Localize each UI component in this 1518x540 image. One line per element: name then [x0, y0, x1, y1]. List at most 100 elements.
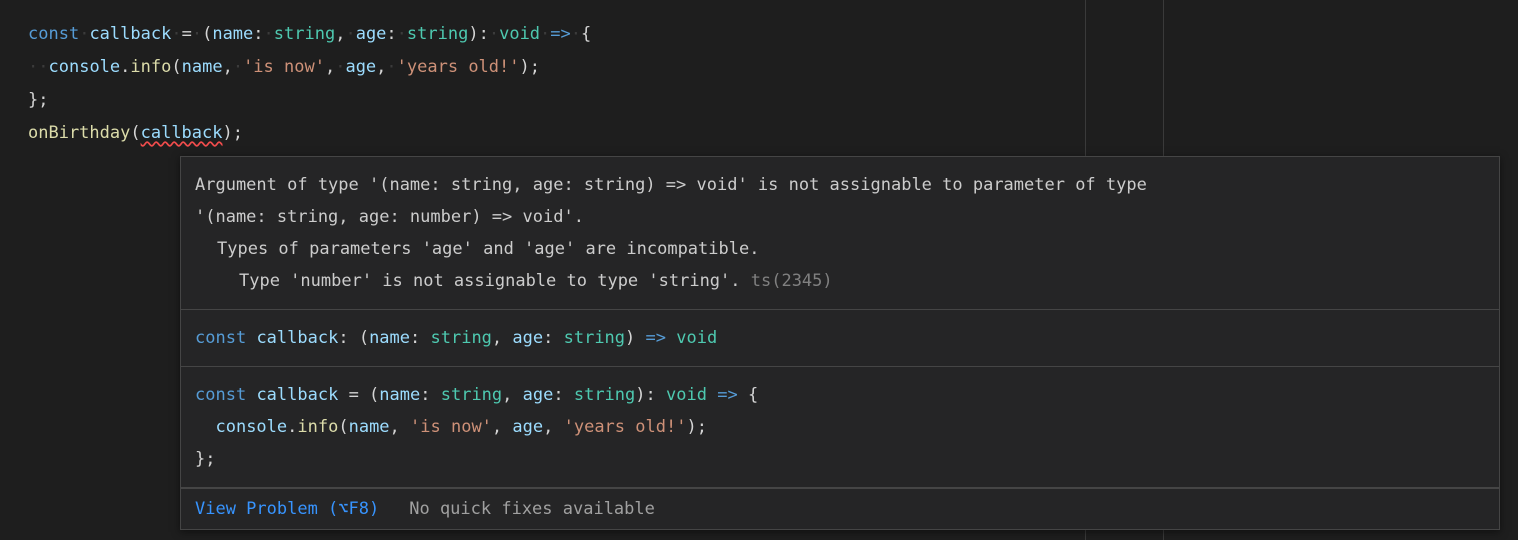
punctuation: ;: [697, 417, 707, 437]
punctuation: :: [386, 24, 396, 44]
punctuation: ,: [335, 24, 345, 44]
punctuation: ): [635, 385, 645, 405]
punctuation: ,: [492, 417, 512, 437]
punctuation: ): [223, 123, 233, 143]
punctuation: ,: [543, 417, 563, 437]
punctuation: :: [253, 24, 263, 44]
arg-name: name: [349, 417, 390, 437]
punctuation: ): [468, 24, 478, 44]
type-string: string: [441, 385, 502, 405]
string-literal: 'is now': [410, 417, 492, 437]
punctuation: (: [338, 417, 348, 437]
whitespace-dot: ·: [571, 24, 581, 44]
definition-line: const callback = (name: string, age: str…: [195, 379, 1485, 411]
punctuation: ,: [223, 57, 233, 77]
variable-callback: callback: [256, 328, 338, 348]
method-info: info: [130, 57, 171, 77]
whitespace-dot: ·: [233, 57, 243, 77]
method-info: info: [297, 417, 338, 437]
punctuation: (: [202, 24, 212, 44]
punctuation: :: [338, 328, 358, 348]
whitespace-dot: ·: [38, 57, 48, 77]
space: [738, 385, 748, 405]
type-string: string: [564, 328, 625, 348]
type-void: void: [666, 385, 707, 405]
error-text: '(name: string, age: number) => void'.: [195, 207, 584, 227]
keyword-const: const: [28, 24, 79, 44]
punctuation: ;: [530, 57, 540, 77]
arrow-fn: =>: [550, 24, 570, 44]
punctuation: :: [646, 385, 666, 405]
console-object: console: [49, 57, 121, 77]
type-string: string: [274, 24, 335, 44]
error-argument[interactable]: callback: [141, 123, 223, 143]
type-string: string: [407, 24, 468, 44]
whitespace-dot: ·: [540, 24, 550, 44]
whitespace-dot: ·: [397, 24, 407, 44]
console-object: console: [215, 417, 287, 437]
operator-equals: =: [338, 385, 369, 405]
code-line[interactable]: onBirthday(callback);: [28, 117, 1518, 150]
code-line[interactable]: ··console.info(name,·'is now',·age,·'yea…: [28, 51, 1518, 84]
view-problem-link[interactable]: View Problem (⌥F8): [195, 499, 379, 519]
whitespace-dot: ·: [79, 24, 89, 44]
function-call: onBirthday: [28, 123, 130, 143]
whitespace-dot: ·: [171, 24, 181, 44]
punctuation: (: [171, 57, 181, 77]
punctuation: {: [581, 24, 591, 44]
punctuation: ): [625, 328, 635, 348]
code-line[interactable]: const·callback·=·(name:·string,·age:·str…: [28, 18, 1518, 51]
punctuation: ,: [390, 417, 410, 437]
punctuation: };: [195, 449, 215, 469]
arg-age: age: [512, 417, 543, 437]
type-void: void: [676, 328, 717, 348]
code-editor[interactable]: const·callback·=·(name:·string,·age:·str…: [0, 0, 1518, 150]
string-literal: 'years old!': [397, 57, 520, 77]
string-literal: 'is now': [243, 57, 325, 77]
punctuation: ,: [325, 57, 335, 77]
param-name: name: [369, 328, 410, 348]
punctuation: ,: [376, 57, 386, 77]
punctuation: :: [420, 385, 440, 405]
param-age: age: [512, 328, 543, 348]
whitespace-dot: ·: [335, 57, 345, 77]
punctuation: ,: [502, 385, 522, 405]
hover-tooltip[interactable]: Argument of type '(name: string, age: st…: [180, 156, 1500, 530]
whitespace-dot: ·: [345, 24, 355, 44]
type-string: string: [431, 328, 492, 348]
whitespace-dot: ·: [264, 24, 274, 44]
keyword-const: const: [195, 328, 246, 348]
code-line[interactable]: };: [28, 84, 1518, 117]
keyword-const: const: [195, 385, 246, 405]
error-text: Argument of type '(name: string, age: st…: [195, 175, 1147, 195]
punctuation: ): [686, 417, 696, 437]
punctuation: :: [543, 328, 563, 348]
arrow-fn: =>: [635, 328, 676, 348]
variable-callback: callback: [89, 24, 171, 44]
space: [707, 385, 717, 405]
whitespace-dot: ·: [28, 57, 38, 77]
punctuation: {: [748, 385, 758, 405]
type-string: string: [574, 385, 635, 405]
punctuation: :: [553, 385, 573, 405]
arg-name: name: [182, 57, 223, 77]
signature-section: const callback: (name: string, age: stri…: [181, 310, 1499, 367]
error-message-section: Argument of type '(name: string, age: st…: [181, 157, 1499, 310]
punctuation: (: [369, 385, 379, 405]
punctuation: ,: [492, 328, 512, 348]
error-code: ts(2345): [741, 271, 833, 291]
punctuation: (: [130, 123, 140, 143]
indent: [195, 417, 215, 437]
error-text: Type 'number' is not assignable to type …: [239, 271, 741, 291]
punctuation: .: [287, 417, 297, 437]
no-quick-fixes-label: No quick fixes available: [409, 499, 655, 519]
punctuation: (: [359, 328, 369, 348]
error-text: Types of parameters 'age' and 'age' are …: [195, 233, 1485, 265]
whitespace-dot: ·: [192, 24, 202, 44]
param-age: age: [523, 385, 554, 405]
punctuation: };: [28, 90, 48, 110]
param-name: name: [212, 24, 253, 44]
hover-footer: View Problem (⌥F8) No quick fixes availa…: [181, 488, 1499, 529]
whitespace-dot: ·: [386, 57, 396, 77]
string-literal: 'years old!': [564, 417, 687, 437]
